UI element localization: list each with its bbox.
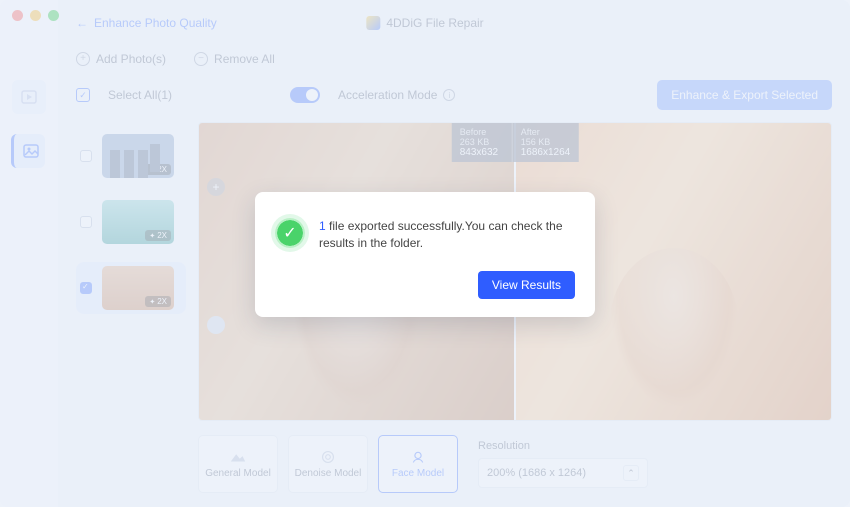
- modal-message: 1 file exported successfully.You can che…: [319, 218, 575, 253]
- export-success-modal: ✓ 1 file exported successfully.You can c…: [255, 192, 595, 317]
- view-results-button[interactable]: View Results: [478, 271, 575, 299]
- app-window: ← Enhance Photo Quality 4DDiG File Repai…: [0, 0, 850, 507]
- exported-count: 1: [319, 219, 326, 233]
- view-results-label: View Results: [492, 278, 561, 292]
- check-circle-icon: ✓: [275, 218, 305, 248]
- modal-message-text: file exported successfully.You can check…: [319, 219, 563, 250]
